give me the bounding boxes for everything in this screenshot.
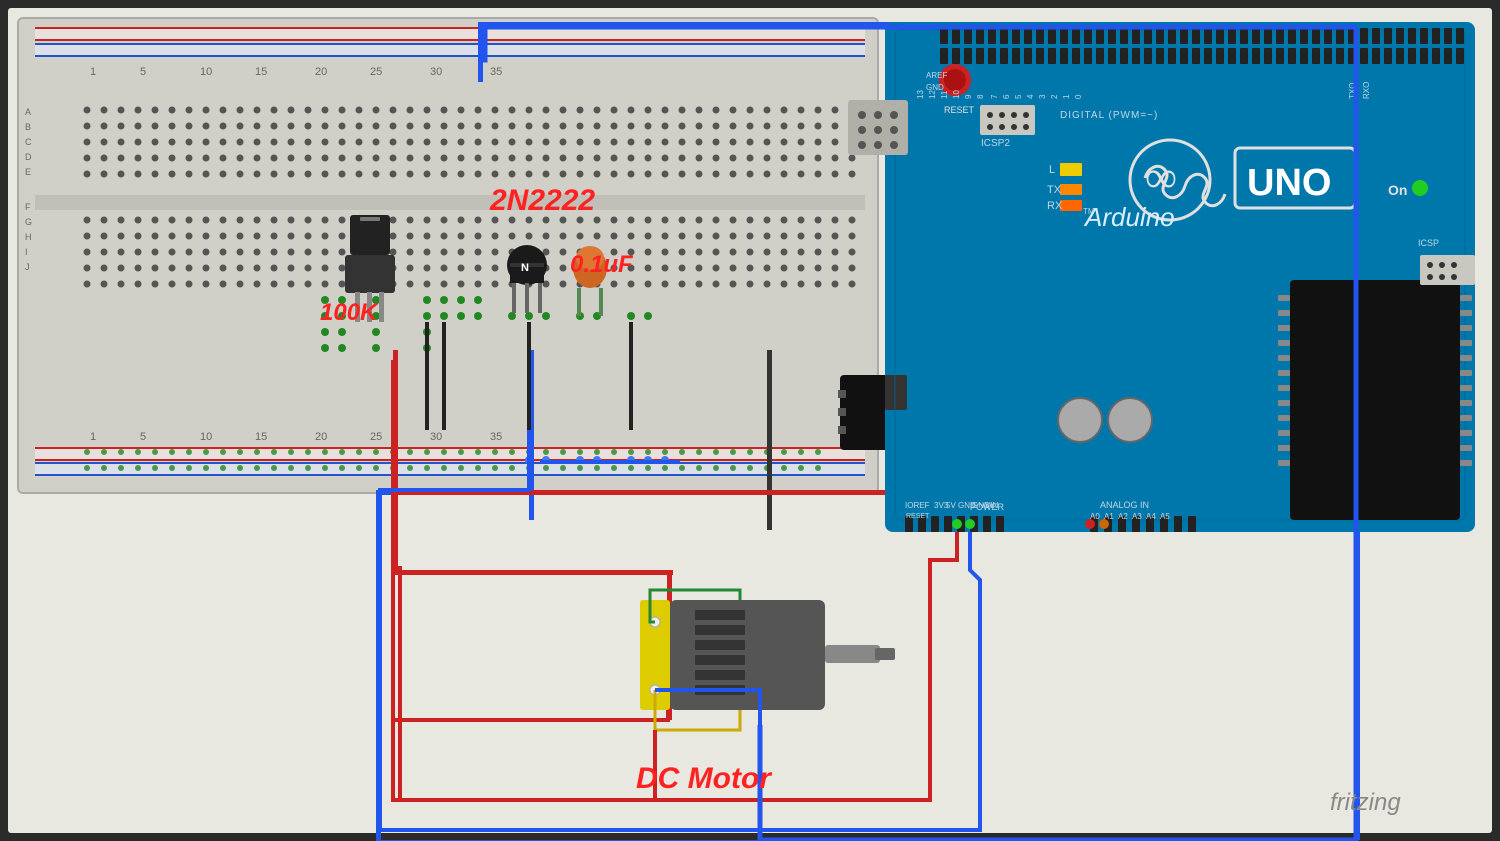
svg-text:RXO: RXO xyxy=(1362,82,1371,99)
svg-text:A2: A2 xyxy=(1118,512,1128,521)
svg-text:TX: TX xyxy=(1047,184,1062,196)
svg-text:11: 11 xyxy=(940,90,949,99)
svg-text:15: 15 xyxy=(255,66,267,78)
circuit-diagram: 1 5 10 15 20 25 30 35 1 5 10 15 20 25 30… xyxy=(0,0,1500,841)
svg-text:A4: A4 xyxy=(1146,512,1156,521)
svg-text:ANALOG IN: ANALOG IN xyxy=(1100,500,1149,510)
svg-text:35: 35 xyxy=(490,66,502,78)
svg-text:1: 1 xyxy=(1062,94,1071,99)
svg-text:0: 0 xyxy=(1074,94,1083,99)
svg-text:L: L xyxy=(1049,164,1055,176)
svg-text:1: 1 xyxy=(90,66,96,78)
svg-text:2: 2 xyxy=(1050,94,1059,99)
svg-text:AREF: AREF xyxy=(926,71,947,80)
svg-text:UNO: UNO xyxy=(1247,162,1331,204)
svg-text:A: A xyxy=(25,107,31,117)
svg-text:∞: ∞ xyxy=(1145,152,1177,202)
svg-text:E: E xyxy=(25,167,31,177)
svg-text:Arduino: Arduino xyxy=(1083,202,1175,232)
svg-text:N: N xyxy=(521,262,529,274)
svg-text:10: 10 xyxy=(200,66,212,78)
svg-text:B: B xyxy=(25,122,31,132)
svg-text:ICSP: ICSP xyxy=(1418,238,1439,248)
circuit-svg: 1 5 10 15 20 25 30 35 1 5 10 15 20 25 30… xyxy=(0,0,1500,841)
svg-text:J: J xyxy=(25,262,30,272)
svg-text:30: 30 xyxy=(430,66,442,78)
svg-text:5V: 5V xyxy=(946,501,956,510)
svg-text:TM: TM xyxy=(1083,207,1095,216)
svg-text:G: G xyxy=(25,217,32,227)
svg-text:13: 13 xyxy=(916,90,925,99)
svg-text:RX: RX xyxy=(1047,200,1063,212)
svg-text:5: 5 xyxy=(140,66,146,78)
svg-text:30: 30 xyxy=(430,431,442,443)
svg-text:25: 25 xyxy=(370,66,382,78)
svg-text:F: F xyxy=(25,202,31,212)
svg-text:IOREF: IOREF xyxy=(905,501,930,510)
svg-text:8: 8 xyxy=(976,94,985,99)
svg-text:15: 15 xyxy=(255,431,267,443)
svg-text:5: 5 xyxy=(140,431,146,443)
svg-text:RESET: RESET xyxy=(906,513,930,520)
svg-text:A3: A3 xyxy=(1132,512,1142,521)
svg-text:DIGITAL (PWM=~): DIGITAL (PWM=~) xyxy=(1060,110,1158,121)
svg-text:35: 35 xyxy=(490,431,502,443)
svg-text:A5: A5 xyxy=(1160,512,1170,521)
svg-text:25: 25 xyxy=(370,431,382,443)
potentiometer-label: 100K xyxy=(320,299,379,326)
motor-label: DC Motor xyxy=(636,762,773,795)
svg-text:3: 3 xyxy=(1038,94,1047,99)
svg-text:20: 20 xyxy=(315,66,327,78)
svg-text:4: 4 xyxy=(1026,94,1035,99)
transistor-label: 2N2222 xyxy=(489,184,595,217)
svg-text:VIN: VIN xyxy=(985,501,999,510)
svg-text:5: 5 xyxy=(1014,94,1023,99)
svg-text:7: 7 xyxy=(990,94,999,99)
svg-text:10: 10 xyxy=(200,431,212,443)
svg-text:H: H xyxy=(25,232,32,242)
svg-text:I: I xyxy=(25,247,28,257)
svg-text:C: C xyxy=(25,137,32,147)
capacitor-label: 0.1uF xyxy=(570,251,634,278)
svg-text:9: 9 xyxy=(964,94,973,99)
svg-text:1: 1 xyxy=(90,431,96,443)
svg-text:10: 10 xyxy=(952,90,961,99)
svg-text:6: 6 xyxy=(1002,94,1011,99)
fritzing-label: fritzing xyxy=(1330,789,1401,816)
svg-text:D: D xyxy=(25,152,32,162)
svg-text:12: 12 xyxy=(928,90,937,99)
circuit-canvas: 1 5 10 15 20 25 30 35 1 5 10 15 20 25 30… xyxy=(0,0,1500,841)
svg-text:20: 20 xyxy=(315,431,327,443)
svg-text:On: On xyxy=(1388,182,1407,198)
svg-text:RESET: RESET xyxy=(944,105,975,115)
svg-text:ICSP2: ICSP2 xyxy=(981,138,1010,149)
